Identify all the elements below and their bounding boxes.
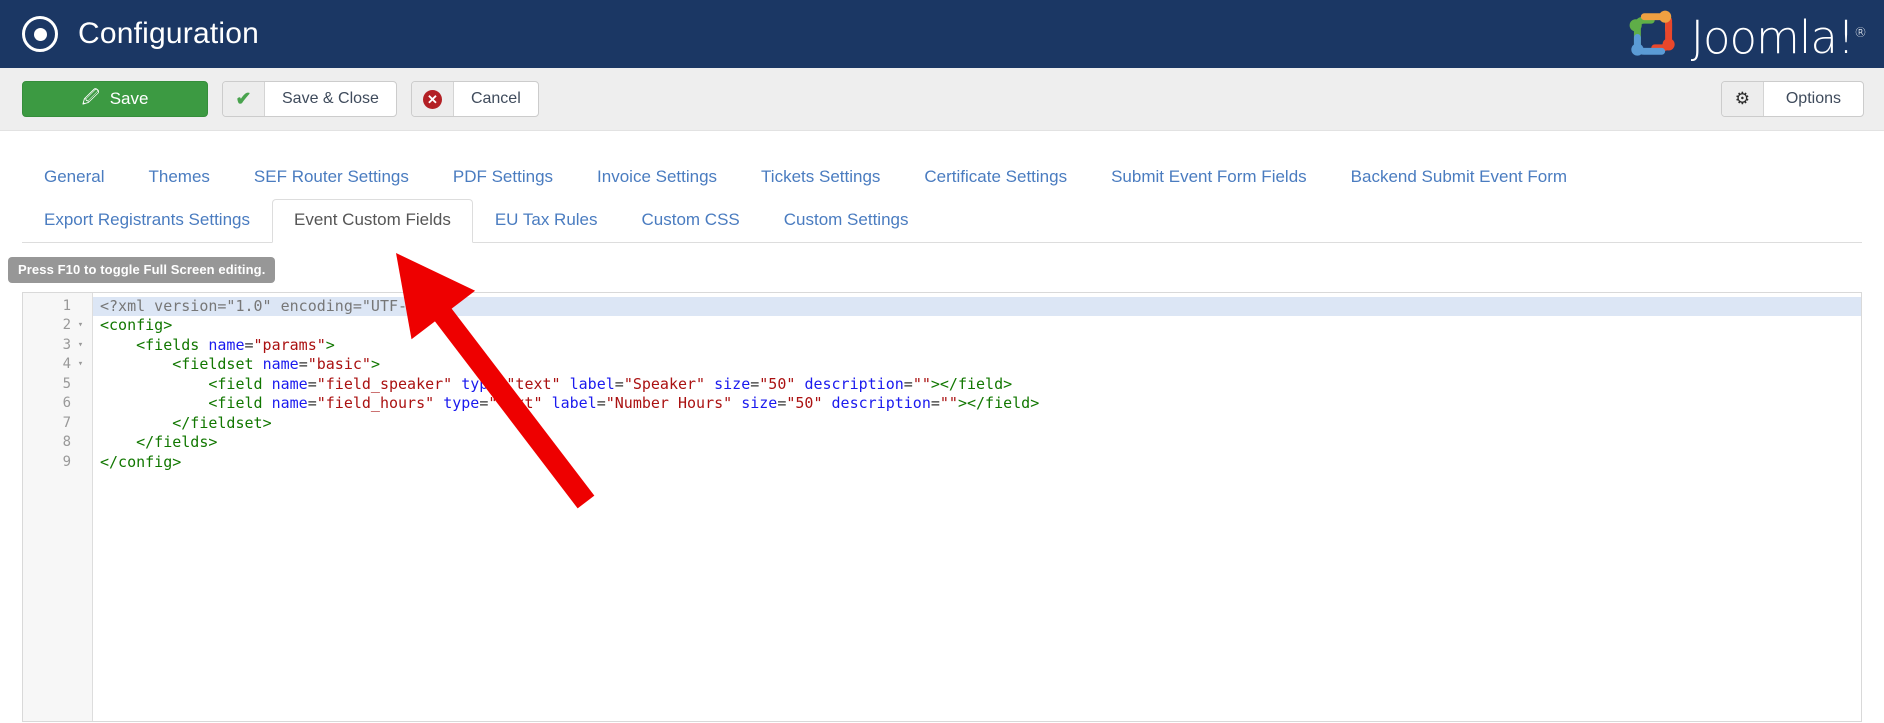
- fullscreen-hint-tooltip: Press F10 to toggle Full Screen editing.: [8, 256, 276, 283]
- cancel-label: Cancel: [470, 90, 521, 107]
- record-circle-dot: [33, 27, 47, 41]
- line-number: 8: [62, 434, 71, 450]
- cancel-button[interactable]: ✕ Cancel: [410, 81, 539, 117]
- tab-export-registrants-settings[interactable]: Export Registrants Settings: [22, 199, 272, 242]
- tabs-container: General Themes SEF Router Settings PDF Sett…: [0, 131, 1884, 243]
- code-line: </config>: [100, 452, 182, 471]
- line-number-row: 5▾: [23, 375, 92, 395]
- code-line: <?xml version="1.0" encoding="UTF-8"?>: [93, 296, 1861, 316]
- code-line: <fieldset name="basic">: [172, 355, 380, 373]
- line-number-row: 9▾: [23, 453, 92, 473]
- tab-tickets-settings[interactable]: Tickets Settings: [739, 156, 902, 199]
- tab-sef-router-settings[interactable]: SEF Router Settings: [232, 156, 431, 199]
- save-and-close-label: Save & Close: [282, 90, 379, 107]
- tab-custom-css[interactable]: Custom CSS: [620, 199, 762, 242]
- line-number: 5: [62, 375, 71, 392]
- code-line: <field name="field_speaker" type="text" …: [208, 374, 1013, 393]
- code-line: <config>: [100, 316, 173, 334]
- code-line: </fieldset>: [172, 413, 272, 432]
- tab-certificate-settings[interactable]: Certificate Settings: [902, 156, 1089, 199]
- code-line: </fields>: [136, 433, 218, 451]
- brand-name: Joomla!: [1690, 11, 1855, 65]
- joomla-brand: Joomla!®: [1625, 8, 1867, 60]
- tab-invoice-settings[interactable]: Invoice Settings: [575, 156, 739, 199]
- tab-row-primary: General Themes SEF Router Settings PDF Sett…: [22, 155, 1862, 198]
- fold-toggle-icon[interactable]: ▾: [76, 316, 85, 336]
- save-button-label: Save: [109, 89, 149, 108]
- save-and-close-button[interactable]: ✔ Save & Close: [222, 81, 397, 117]
- tab-event-custom-fields[interactable]: Event Custom Fields: [271, 199, 473, 243]
- tab-custom-settings[interactable]: Custom Settings: [762, 199, 931, 242]
- options-button[interactable]: ⚙ Options: [1720, 81, 1864, 117]
- toolbar-right-group: ⚙ Options: [1720, 81, 1864, 117]
- line-number-row: 8▾: [23, 433, 92, 453]
- line-number: 1: [62, 297, 71, 314]
- code-line: <field name="field_hours" type="text" la…: [208, 394, 1040, 412]
- code-area[interactable]: <?xml version="1.0" encoding="UTF-8"?> <c…: [93, 293, 1861, 721]
- code-line: <fields name="params">: [136, 335, 335, 354]
- tab-eu-tax-rules[interactable]: EU Tax Rules: [473, 199, 620, 242]
- check-icon: ✔: [223, 82, 265, 116]
- tab-pdf-settings[interactable]: PDF Settings: [431, 156, 575, 199]
- line-number-row: 4 ▾: [23, 355, 92, 375]
- record-circle-icon: [22, 16, 58, 52]
- tab-general[interactable]: General: [22, 156, 126, 199]
- editor-tooltip-area: Press F10 to toggle Full Screen editing.: [0, 243, 1884, 283]
- options-label: Options: [1785, 90, 1841, 107]
- page-title: Configuration: [78, 17, 260, 50]
- joomla-logo-icon: [1629, 10, 1675, 56]
- tab-row-secondary: Export Registrants Settings Event Custom …: [22, 198, 1862, 243]
- line-number-row: 7▾: [23, 414, 92, 434]
- line-number: 2: [62, 317, 71, 333]
- code-editor[interactable]: 1▾2▾3▾4▾5▾6▾7▾8▾9▾ <?xml version="1.0" e…: [22, 291, 1862, 722]
- line-number: 6: [62, 395, 71, 411]
- line-number-row: 1▾: [23, 297, 92, 317]
- header-left-group: Configuration: [22, 16, 259, 52]
- line-number: 9: [62, 453, 71, 470]
- pencil-square-icon: 🖉: [81, 87, 100, 107]
- toolbar: 🖉 Save ✔ Save & Close ✕ Cancel ⚙ Options: [0, 68, 1884, 131]
- close-circle-icon: ✕: [411, 82, 454, 116]
- tab-submit-event-form-fields[interactable]: Submit Event Form Fields: [1089, 156, 1329, 199]
- fold-toggle-icon[interactable]: ▾: [76, 355, 85, 375]
- line-number: 4: [62, 356, 71, 372]
- line-number-row: 2 ▾: [23, 316, 92, 336]
- brand-wordmark: Joomla!®: [1691, 15, 1867, 60]
- line-number-row: 3 ▾: [23, 336, 92, 356]
- line-number: 3: [62, 336, 71, 353]
- brand-registered-mark: ®: [1854, 26, 1867, 42]
- line-number-gutter: 1▾2▾3▾4▾5▾6▾7▾8▾9▾: [23, 292, 93, 721]
- app-header: Configuration Joomla!®: [0, 0, 1884, 68]
- tab-themes[interactable]: Themes: [126, 156, 231, 199]
- fold-toggle-icon[interactable]: ▾: [76, 336, 85, 356]
- gear-icon: ⚙: [1721, 82, 1764, 116]
- tab-backend-submit-event-form[interactable]: Backend Submit Event Form: [1329, 156, 1589, 199]
- line-number-row: 6▾: [23, 394, 92, 414]
- line-number: 7: [62, 414, 71, 431]
- save-button[interactable]: 🖉 Save: [22, 81, 208, 117]
